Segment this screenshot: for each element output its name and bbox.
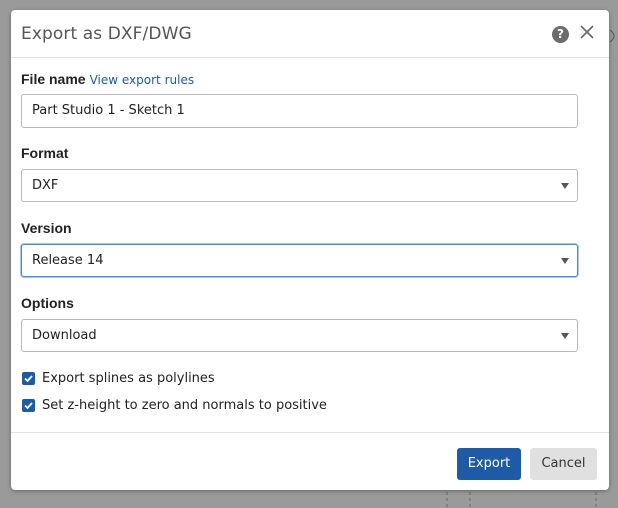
export-splines-checkbox[interactable] <box>22 372 35 385</box>
format-select[interactable]: DXF <box>21 169 578 202</box>
version-select[interactable]: Release 14 <box>21 244 578 277</box>
file-name-input[interactable]: Part Studio 1 - Sketch 1 <box>21 94 578 128</box>
export-button[interactable]: Export <box>457 448 521 480</box>
options-label: Options <box>21 295 74 311</box>
dialog-footer: Export Cancel <box>11 432 609 490</box>
z-height-checkbox[interactable] <box>22 399 35 412</box>
export-splines-label: Export splines as polylines <box>42 371 215 386</box>
chevron-down-icon <box>561 333 569 339</box>
z-height-label: Set z-height to zero and normals to posi… <box>42 398 327 413</box>
dialog-title: Export as DXF/DWG <box>21 24 192 44</box>
cancel-button[interactable]: Cancel <box>530 448 597 480</box>
chevron-down-icon <box>561 258 569 264</box>
chevron-down-icon <box>561 183 569 189</box>
version-selected-value: Release 14 <box>32 253 104 268</box>
file-name-label-text: File name <box>21 71 86 87</box>
file-name-label: File name View export rules <box>21 71 194 87</box>
checkmark-icon <box>24 402 33 410</box>
options-select[interactable]: Download <box>21 319 578 352</box>
format-selected-value: DXF <box>32 178 59 193</box>
view-export-rules-link[interactable]: View export rules <box>90 73 194 87</box>
dialog-header: Export as DXF/DWG ? <box>11 10 609 58</box>
checkmark-icon <box>24 375 33 383</box>
export-dialog: Export as DXF/DWG ? File name View export… <box>11 10 609 490</box>
close-icon[interactable] <box>578 23 596 41</box>
options-selected-value: Download <box>32 328 97 343</box>
format-label: Format <box>21 145 69 161</box>
version-label: Version <box>21 220 72 236</box>
help-icon[interactable]: ? <box>552 26 569 43</box>
